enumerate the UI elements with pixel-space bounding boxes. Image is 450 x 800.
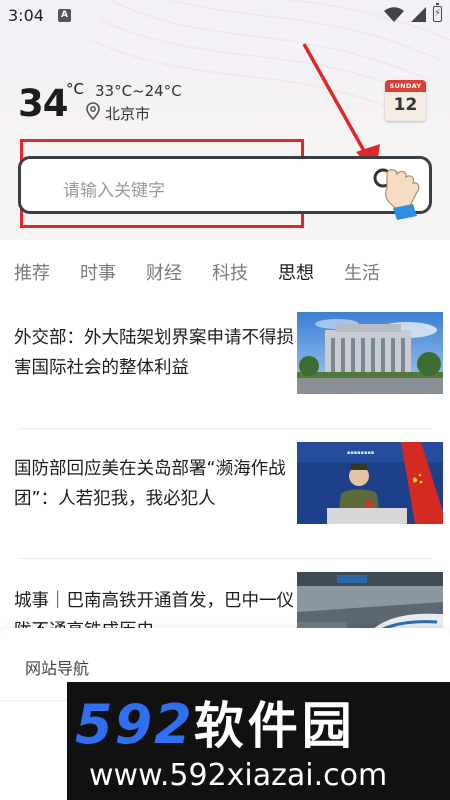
news-thumbnail-spokesperson: ▪▪▪▪▪▪▪▪ xyxy=(297,442,443,524)
status-bar: 3:04 A ⚡ xyxy=(0,0,450,30)
location-pin-icon xyxy=(86,102,100,120)
city-name: 北京市 xyxy=(105,105,151,123)
tab-current-affairs[interactable]: 时事 xyxy=(80,259,116,285)
search-placeholder: 请输入关键字 xyxy=(63,181,165,201)
tab-thought[interactable]: 思想 xyxy=(278,259,314,285)
news-title: 外交部：外大陆架划界案申请不得损害国际社会的整体利益 xyxy=(14,328,294,378)
news-title: 国防部回应美在关岛部署“濒海作战团”：人若犯我，我必犯人 xyxy=(14,459,286,509)
tab-life[interactable]: 生活 xyxy=(344,259,380,285)
svg-text:▪▪▪▪▪▪▪▪: ▪▪▪▪▪▪▪▪ xyxy=(347,450,374,456)
watermark-url: www.592xiazai.com xyxy=(89,758,388,793)
notification-a-icon: A xyxy=(58,9,71,22)
news-item[interactable]: 国防部回应美在关岛部署“濒海作战团”：人若犯我，我必犯人 ▪▪▪▪▪▪▪▪ xyxy=(14,442,443,526)
watermark-brand: 592软件园 xyxy=(75,686,356,758)
category-tabs: 推荐 时事 财经 科技 思想 生活 xyxy=(0,252,450,292)
signal-icon xyxy=(411,7,426,22)
wifi-icon xyxy=(384,7,404,22)
search-input[interactable]: 请输入关键字 xyxy=(18,156,432,214)
calendar-icon[interactable]: SUNDAY 12 xyxy=(385,80,426,121)
watermark-name: 软件园 xyxy=(193,697,356,755)
site-navigation-title[interactable]: 网站导航 xyxy=(25,655,89,679)
tab-recommend[interactable]: 推荐 xyxy=(14,259,50,285)
battery-icon: ⚡ xyxy=(433,3,442,22)
news-divider xyxy=(18,558,432,559)
watermark-logo: 592软件园 www.592xiazai.com xyxy=(67,682,450,800)
tap-hand-icon xyxy=(373,168,420,220)
calendar-day: 12 xyxy=(393,95,418,115)
tab-finance[interactable]: 财经 xyxy=(146,259,182,285)
temperature: 34 xyxy=(18,82,68,125)
status-time: 3:04 xyxy=(8,6,44,25)
temperature-range: 33°C~24°C xyxy=(95,82,182,100)
calendar-weekday: SUNDAY xyxy=(385,80,426,92)
news-thumbnail-building xyxy=(297,312,443,394)
watermark-number: 592 xyxy=(75,693,194,756)
temperature-unit: °C xyxy=(66,80,84,98)
tab-technology[interactable]: 科技 xyxy=(212,259,248,285)
news-divider xyxy=(18,428,432,429)
news-item[interactable]: 外交部：外大陆架划界案申请不得损害国际社会的整体利益 xyxy=(14,312,443,396)
